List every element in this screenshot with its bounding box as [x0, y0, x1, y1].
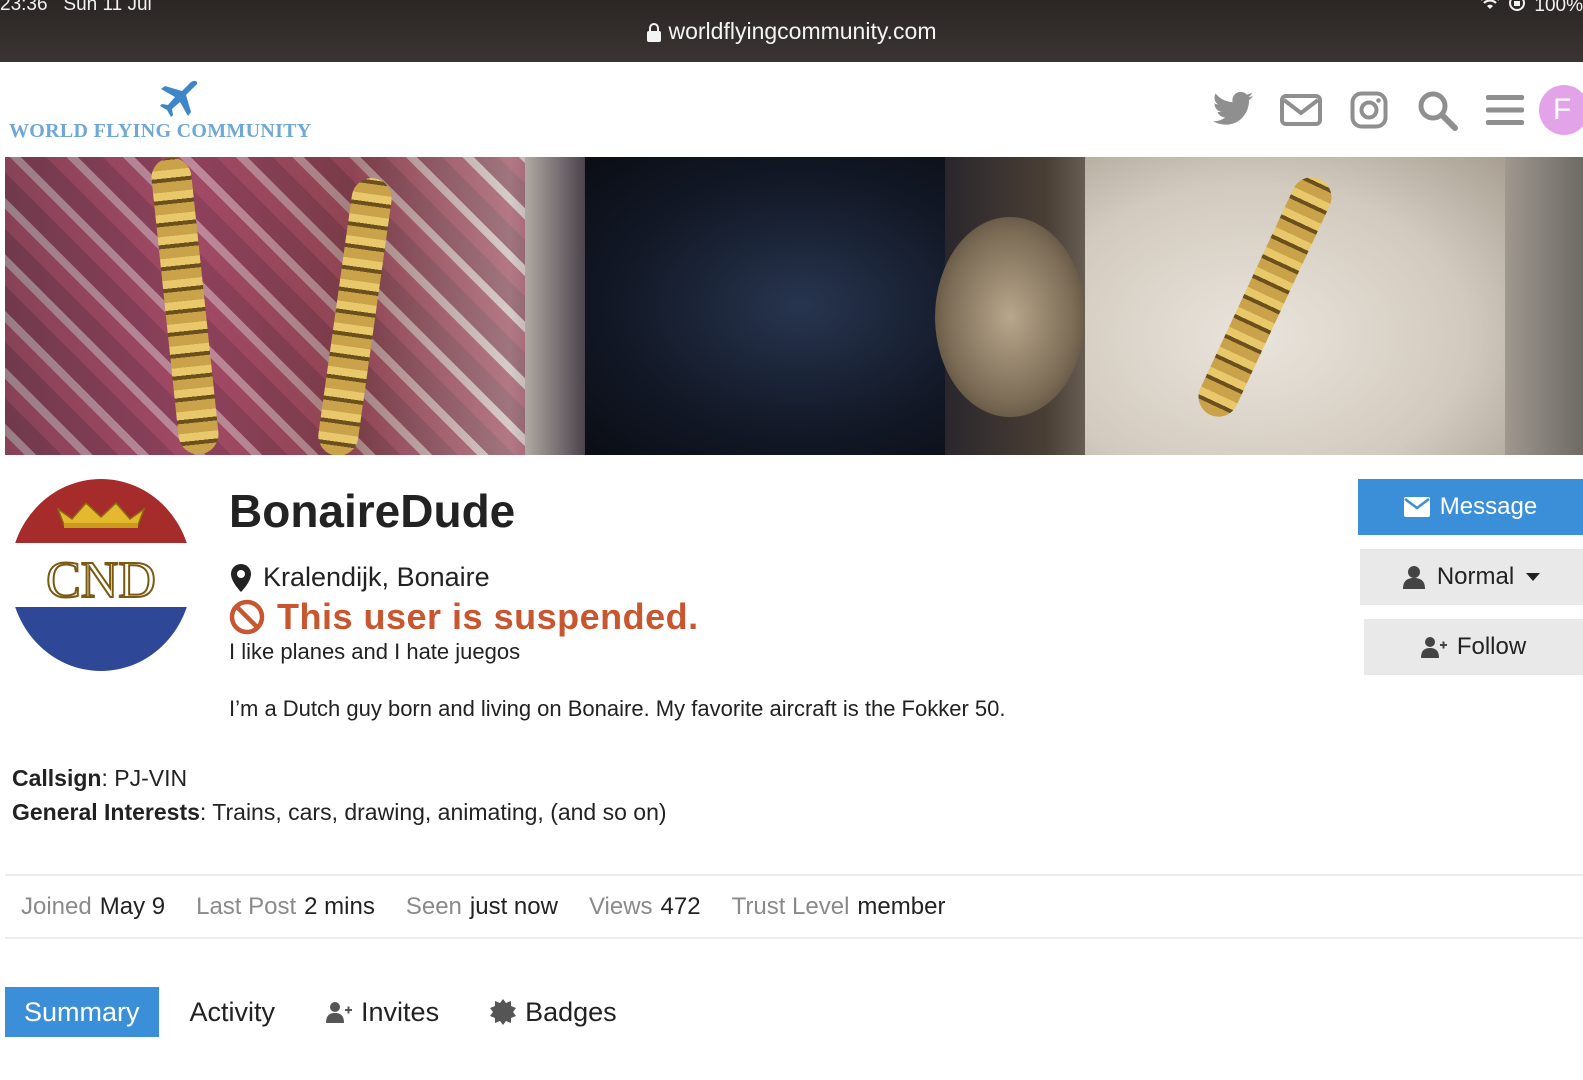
- logo-text: WORLD FLYING COMMUNITY: [9, 120, 312, 142]
- avatar-monogram: CND: [46, 552, 156, 609]
- follow-button[interactable]: Follow: [1364, 619, 1583, 675]
- message-button[interactable]: Message: [1358, 479, 1583, 535]
- tab-invites[interactable]: Invites: [306, 987, 458, 1037]
- address-bar[interactable]: worldflyingcommunity.com: [0, 18, 1583, 45]
- map-pin-icon: [231, 563, 251, 592]
- rotation-lock-icon: [1508, 0, 1526, 18]
- caret-down-icon: [1526, 573, 1541, 581]
- wifi-icon: [1480, 0, 1500, 17]
- field-general-interests: General Interests: Trains, cars, drawing…: [12, 799, 667, 825]
- tab-badges[interactable]: Badges: [470, 987, 636, 1037]
- profile-avatar: CND: [10, 479, 192, 671]
- profile-bio: I’m a Dutch guy born and living on Bonai…: [229, 696, 1006, 721]
- header-icon-bar: F: [1199, 84, 1583, 136]
- mail-icon[interactable]: [1267, 84, 1335, 136]
- user-icon: [1402, 566, 1425, 589]
- battery-percent: 100%: [1534, 0, 1583, 16]
- envelope-icon: [1403, 497, 1430, 517]
- url-text: worldflyingcommunity.com: [668, 18, 937, 44]
- user-plus-icon: [1420, 637, 1447, 658]
- status-indicators: 100%: [1480, 0, 1583, 18]
- airplane-icon: [160, 80, 198, 117]
- badge-gear-icon: [490, 999, 517, 1025]
- profile-username: BonaireDude: [229, 485, 516, 537]
- stat-last-post: Last Post 2 mins: [196, 892, 375, 920]
- site-header: WORLD FLYING COMMUNITY F: [0, 62, 1583, 157]
- stat-trust-level: Trust Level member: [731, 892, 946, 920]
- profile-banner-image: [5, 157, 1583, 455]
- profile-stats: Joined May 9 Last Post 2 mins Seen just now…: [5, 874, 1583, 939]
- site-logo[interactable]: WORLD FLYING COMMUNITY: [9, 76, 339, 146]
- instagram-icon[interactable]: [1335, 84, 1403, 136]
- hamburger-menu-icon[interactable]: [1471, 84, 1539, 136]
- search-icon[interactable]: [1403, 84, 1471, 136]
- lock-icon: [646, 23, 661, 42]
- stat-views: Views 472: [588, 892, 701, 920]
- field-callsign: Callsign: PJ-VIN: [12, 765, 188, 791]
- current-user-avatar[interactable]: F: [1539, 84, 1583, 136]
- status-time: 23:36 Sun 11 Jul: [0, 0, 152, 15]
- ban-icon: [229, 599, 265, 635]
- browser-status-bar: 23:36 Sun 11 Jul 100% worldflyingcommuni…: [0, 0, 1583, 62]
- stat-seen: Seen just now: [405, 892, 558, 920]
- user-plus-icon: [326, 1002, 353, 1023]
- tab-summary[interactable]: Summary: [5, 987, 159, 1037]
- twitter-icon[interactable]: [1199, 84, 1267, 136]
- tab-activity[interactable]: Activity: [171, 987, 295, 1037]
- stat-joined: Joined May 9: [21, 892, 166, 920]
- suspended-notice: This user is suspended.: [229, 596, 699, 638]
- profile-location: Kralendijk, Bonaire: [229, 562, 490, 593]
- profile-tabs: Summary Activity Invites Badges: [5, 987, 648, 1037]
- notification-level-dropdown[interactable]: Normal: [1360, 549, 1583, 605]
- profile-tagline: I like planes and I hate juegos: [229, 639, 521, 664]
